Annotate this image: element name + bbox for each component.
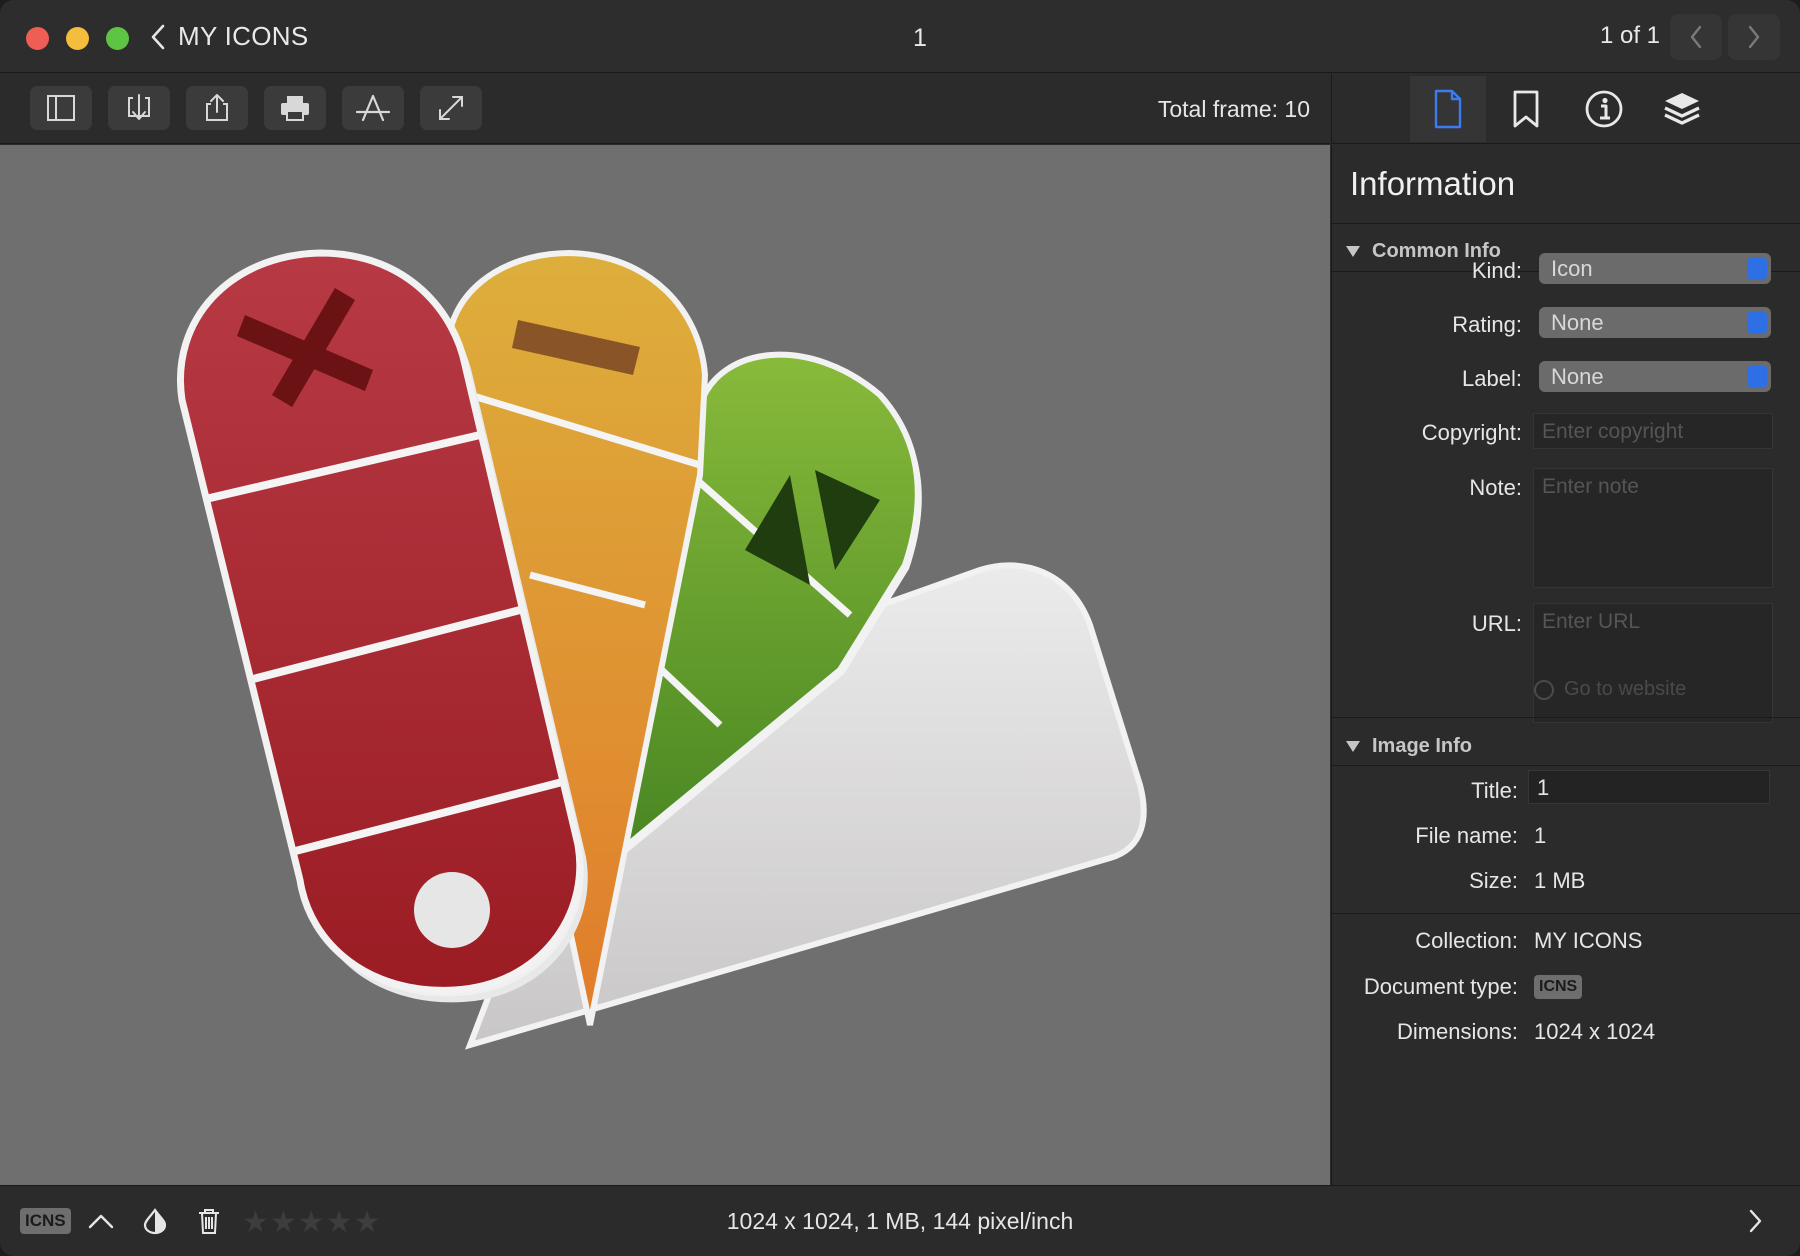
expand-right-button[interactable]	[1740, 1206, 1770, 1236]
kind-label: Kind:	[1471, 258, 1522, 283]
collection-label: Collection:	[1415, 928, 1518, 953]
share-button[interactable]	[186, 86, 248, 130]
fullscreen-button[interactable]	[420, 86, 482, 130]
color-swatch-icon-preview	[177, 249, 1147, 1050]
inspector-tabs	[1331, 74, 1800, 144]
info-icon	[1585, 90, 1623, 128]
stepper-icon	[1747, 257, 1767, 280]
size-label: Size:	[1469, 868, 1518, 893]
delete-button[interactable]	[194, 1206, 224, 1236]
image-summary: 1024 x 1024, 1 MB, 144 pixel/inch	[726, 1208, 1074, 1234]
total-frame-label: Total frame: 10	[1157, 96, 1310, 122]
title-label: Title:	[1471, 778, 1518, 803]
bookmark-icon	[1513, 90, 1539, 128]
file-name-label: File name:	[1415, 823, 1518, 848]
chevron-up-button[interactable]	[86, 1206, 116, 1236]
note-label: Note:	[1469, 475, 1522, 500]
contrast-drop-icon	[143, 1208, 167, 1235]
status-bar: ICNS ★★★★★ 1024 x 1024, 1 MB, 144 pixel/…	[0, 1185, 1800, 1256]
tab-layers[interactable]	[1644, 76, 1720, 142]
app-store-icon	[355, 94, 391, 122]
label-label: Label:	[1462, 366, 1522, 391]
document-type-value: ICNS	[1534, 971, 1583, 999]
back-chevron-icon[interactable]	[148, 22, 168, 52]
size-value: 1 MB	[1534, 868, 1586, 893]
icns-badge: ICNS	[1534, 975, 1583, 999]
note-field[interactable]: Enter note	[1533, 468, 1773, 588]
layers-icon	[1664, 93, 1700, 125]
document-title: 1	[913, 24, 927, 52]
app-store-button[interactable]	[342, 86, 404, 130]
collection-value: MY ICONS	[1534, 928, 1643, 953]
minimize-window-button[interactable]	[66, 27, 89, 50]
rating-select[interactable]: None	[1539, 307, 1771, 338]
chevron-right-icon	[1748, 25, 1760, 49]
divider	[1332, 765, 1800, 766]
divider	[1332, 913, 1800, 914]
copyright-label: Copyright:	[1421, 420, 1522, 445]
document-type-label: Document type:	[1363, 974, 1518, 999]
url-field[interactable]: Enter URL	[1533, 603, 1773, 723]
color-mode-button[interactable]	[140, 1206, 170, 1236]
image-canvas[interactable]	[0, 145, 1330, 1185]
rating-stars[interactable]: ★★★★★	[242, 1205, 381, 1240]
title-bar: MY ICONS 1 1 of 1	[0, 0, 1800, 73]
trash-icon	[199, 1209, 219, 1234]
disclosure-triangle-icon	[1346, 246, 1360, 257]
collection-title[interactable]: MY ICONS	[178, 21, 309, 52]
chevron-up-icon	[88, 1214, 114, 1229]
chevron-right-icon	[1749, 1209, 1762, 1233]
file-name-value: 1	[1534, 823, 1547, 848]
import-button[interactable]	[108, 86, 170, 130]
stepper-icon	[1747, 365, 1767, 388]
previous-button[interactable]	[1670, 14, 1722, 60]
url-label: URL:	[1471, 611, 1522, 636]
image-info-header[interactable]: Image Info	[1346, 735, 1472, 758]
fullscreen-icon	[439, 96, 463, 120]
zoom-window-button[interactable]	[106, 27, 129, 50]
kind-select[interactable]: Icon	[1539, 253, 1771, 284]
toolbar: Total frame: 10	[0, 74, 1330, 144]
dimensions-value: 1024 x 1024	[1534, 1019, 1656, 1044]
label-select[interactable]: None	[1539, 361, 1771, 392]
divider	[1332, 717, 1800, 718]
inspector-panel: Information Common Info Kind: Icon Ratin…	[1331, 145, 1800, 1185]
format-badge: ICNS	[20, 1208, 71, 1234]
print-button[interactable]	[264, 86, 326, 130]
copyright-field[interactable]: Enter copyright	[1533, 413, 1773, 449]
stepper-icon	[1747, 311, 1767, 334]
inspector-title: Information	[1350, 165, 1516, 202]
arrow-circle-icon	[1534, 679, 1554, 700]
tab-info[interactable]	[1566, 76, 1642, 142]
app-window: MY ICONS 1 1 of 1 Total frame: 10 Inform…	[0, 0, 1800, 1256]
next-button[interactable]	[1728, 14, 1780, 60]
dimensions-label: Dimensions:	[1396, 1019, 1518, 1044]
share-icon	[206, 94, 228, 121]
close-window-button[interactable]	[26, 27, 49, 50]
tab-document[interactable]	[1410, 76, 1486, 142]
document-icon	[1434, 89, 1462, 129]
chevron-left-icon	[1690, 25, 1702, 49]
sidebar-toggle-button[interactable]	[30, 86, 92, 130]
title-input[interactable]: 1	[1528, 770, 1770, 804]
sidebar-icon	[47, 95, 75, 121]
printer-icon	[281, 96, 309, 121]
rating-label: Rating:	[1452, 312, 1522, 337]
go-to-website-link[interactable]: Go to website	[1534, 678, 1686, 701]
tab-bookmark[interactable]	[1488, 76, 1564, 142]
page-counter: 1 of 1	[1599, 22, 1660, 49]
divider	[1332, 223, 1800, 224]
disclosure-triangle-icon	[1346, 741, 1360, 752]
import-icon	[128, 94, 150, 120]
